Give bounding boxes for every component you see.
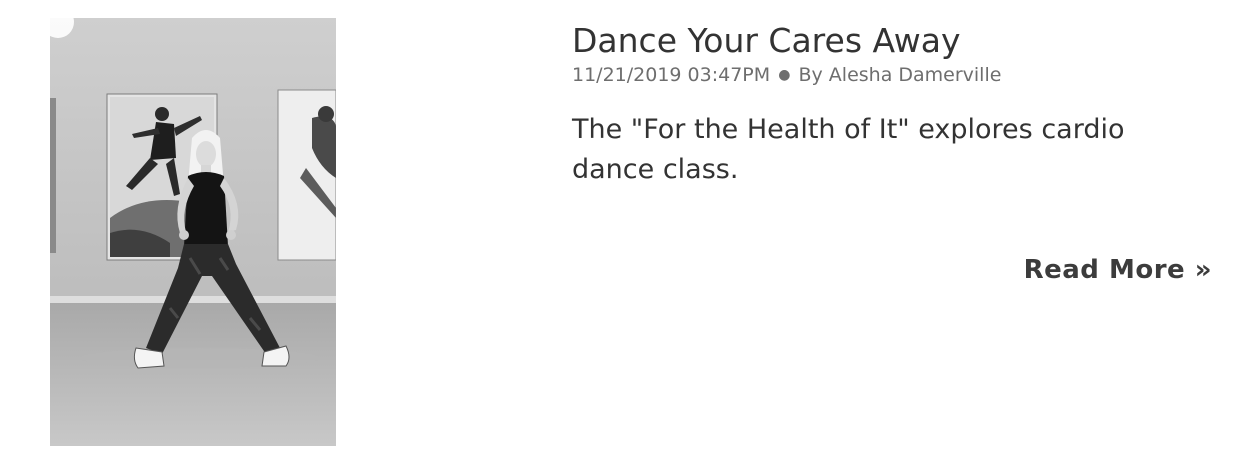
article-date: 11/21/2019 03:47PM [572,64,771,86]
article-title[interactable]: Dance Your Cares Away [572,20,1222,62]
read-more-link[interactable]: Read More » [1024,255,1212,285]
article-thumbnail[interactable] [50,18,336,446]
article-excerpt: The "For the Health of It" explores card… [572,114,1125,185]
article-author: By Alesha Damerville [798,64,1002,86]
article-content: Dance Your Cares Away 11/21/2019 03:47PM… [572,20,1222,190]
article-card: Dance Your Cares Away 11/21/2019 03:47PM… [0,0,1254,474]
meta-separator: ● [778,67,791,83]
article-meta: 11/21/2019 03:47PM ● By Alesha Damervill… [572,63,1222,87]
